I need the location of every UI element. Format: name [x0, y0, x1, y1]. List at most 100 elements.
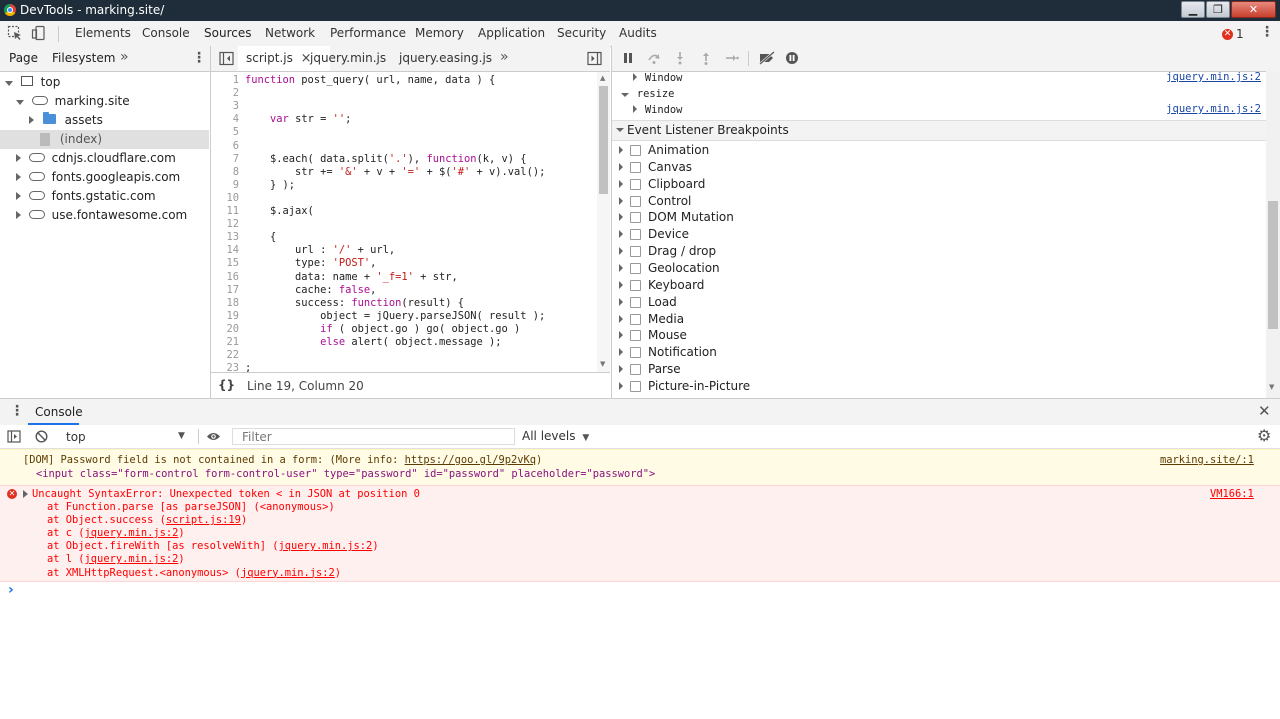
tab-network[interactable]: Network — [265, 26, 315, 40]
debugger-scroll-thumb[interactable] — [1268, 201, 1278, 329]
collapse-arrow-icon[interactable] — [619, 381, 623, 390]
line-number[interactable]: 21 — [211, 336, 239, 349]
stack-frame-link[interactable]: jquery.min.js:2 — [85, 527, 179, 539]
line-number[interactable]: 17 — [211, 284, 239, 297]
breakpoint-checkbox[interactable] — [630, 195, 641, 207]
maximize-button[interactable]: ❐ — [1206, 1, 1230, 18]
more-editor-tabs-icon[interactable]: » — [500, 49, 509, 65]
breakpoint-category-keyboard[interactable]: Keyboard — [612, 277, 1266, 294]
line-number[interactable]: 15 — [211, 257, 239, 270]
device-toolbar-icon[interactable] — [31, 25, 47, 41]
context-selector[interactable]: top ▼ — [58, 429, 188, 445]
more-info-link[interactable]: https://goo.gl/9p2vKq — [405, 454, 536, 466]
breakpoint-category-canvas[interactable]: Canvas — [612, 159, 1266, 176]
more-menu-icon[interactable]: ⋮ — [1260, 25, 1274, 39]
log-levels-dropdown[interactable]: All levels ▼ — [522, 429, 589, 443]
tab-application[interactable]: Application — [478, 26, 545, 40]
error-source-link[interactable]: VM166:1 — [1210, 488, 1254, 501]
breakpoint-checkbox[interactable] — [630, 145, 641, 156]
editor-tab-jquery-easing[interactable]: jquery.easing.js — [399, 46, 492, 71]
breakpoint-category-media[interactable]: Media — [612, 311, 1266, 328]
tab-page[interactable]: Page — [9, 51, 38, 65]
close-window-button[interactable]: ✕ — [1231, 1, 1276, 18]
breakpoint-category-clipboard[interactable]: Clipboard — [612, 176, 1266, 193]
line-number[interactable]: 4 — [211, 113, 239, 126]
tree-item-marking-site[interactable]: marking.site — [16, 92, 130, 111]
stack-frame-link[interactable]: jquery.min.js:2 — [278, 540, 372, 552]
collapse-arrow-icon[interactable] — [619, 314, 623, 323]
deactivate-breakpoints-icon[interactable] — [758, 51, 776, 65]
editor-scrollbar[interactable]: ▲ ▼ — [597, 72, 610, 372]
line-number[interactable]: 9 — [211, 179, 239, 192]
breakpoint-category-geolocation[interactable]: Geolocation — [612, 260, 1266, 277]
line-number[interactable]: 18 — [211, 297, 239, 310]
error-counter[interactable]: ✕ 1 — [1222, 27, 1244, 41]
collapse-arrow-icon[interactable] — [619, 297, 623, 306]
drawer-menu-icon[interactable]: ⋮ — [10, 403, 24, 419]
breakpoint-checkbox[interactable] — [630, 364, 641, 376]
collapse-arrow-icon[interactable] — [619, 230, 623, 239]
tab-filesystem[interactable]: Filesystem — [52, 51, 115, 65]
close-drawer-icon[interactable]: ✕ — [1258, 402, 1271, 420]
line-number[interactable]: 7 — [211, 153, 239, 166]
tab-audits[interactable]: Audits — [619, 26, 657, 40]
tab-console[interactable]: Console — [142, 26, 190, 40]
collapse-arrow-icon[interactable] — [619, 146, 623, 154]
scroll-down-icon[interactable]: ▼ — [600, 360, 605, 368]
pretty-print-icon[interactable]: {} — [218, 378, 235, 392]
scroll-down-icon[interactable]: ▼ — [1269, 383, 1274, 391]
breakpoint-checkbox[interactable] — [630, 178, 641, 190]
collapse-arrow-icon[interactable] — [619, 162, 623, 171]
collapse-arrow-icon[interactable] — [619, 263, 623, 272]
filter-input[interactable]: Filter — [232, 428, 515, 445]
breakpoint-checkbox[interactable] — [630, 296, 641, 308]
step-out-icon[interactable] — [699, 51, 713, 65]
breakpoint-checkbox[interactable] — [630, 229, 641, 241]
breakpoint-category-animation[interactable]: Animation — [612, 142, 1266, 159]
collapse-arrow-icon[interactable] — [619, 280, 623, 289]
step-icon[interactable] — [725, 51, 739, 65]
breakpoint-checkbox[interactable] — [630, 161, 641, 173]
stack-frame-link[interactable]: script.js:19 — [166, 514, 241, 526]
console-settings-gear-icon[interactable]: ⚙ — [1257, 426, 1271, 445]
tree-item-cdnjs[interactable]: cdnjs.cloudflare.com — [16, 149, 176, 168]
tab-elements[interactable]: Elements — [75, 26, 131, 40]
line-number[interactable]: 8 — [211, 166, 239, 179]
breakpoint-checkbox[interactable] — [630, 246, 641, 258]
breakpoint-checkbox[interactable] — [630, 212, 641, 224]
listener-source-link[interactable]: jquery.min.js:2 — [1166, 101, 1261, 118]
line-number[interactable]: 12 — [211, 218, 239, 231]
line-number[interactable]: 11 — [211, 205, 239, 218]
clear-console-icon[interactable] — [35, 430, 48, 443]
line-number[interactable]: 1 — [211, 74, 239, 87]
stack-frame-link[interactable]: jquery.min.js:2 — [241, 567, 335, 579]
code-view[interactable]: 1 function post_query( url, name, data ) … — [211, 72, 597, 372]
tree-item-index[interactable]: (index) — [0, 130, 209, 149]
inspect-element-icon[interactable] — [7, 25, 23, 41]
pause-on-exceptions-icon[interactable] — [785, 51, 799, 65]
breakpoint-category-device[interactable]: Device — [612, 226, 1266, 243]
collapse-arrow-icon[interactable] — [619, 348, 623, 357]
editor-tab-jquery-min[interactable]: jquery.min.js — [310, 46, 386, 71]
breakpoint-category-picture-in-picture[interactable]: Picture-in-Picture — [612, 378, 1266, 395]
line-number[interactable]: 5 — [211, 126, 239, 139]
collapse-arrow-icon[interactable] — [619, 213, 623, 222]
listener-row[interactable]: Window jquery.min.js:2 — [612, 101, 1266, 118]
collapse-arrow-icon[interactable] — [619, 196, 623, 205]
line-number[interactable]: 23 — [211, 362, 239, 372]
line-number[interactable]: 6 — [211, 140, 239, 153]
expand-error-arrow-icon[interactable] — [23, 490, 28, 498]
line-number[interactable]: 3 — [211, 100, 239, 113]
breakpoint-category-drag-drop[interactable]: Drag / drop — [612, 243, 1266, 260]
listener-source-link[interactable]: jquery.min.js:2 — [1166, 69, 1261, 86]
collapse-arrow-icon[interactable] — [619, 247, 623, 256]
tree-item-fontawesome[interactable]: use.fontawesome.com — [16, 206, 187, 225]
collapse-arrow-icon[interactable] — [619, 179, 623, 188]
tab-memory[interactable]: Memory — [415, 26, 464, 40]
more-tabs-icon[interactable]: » — [120, 49, 129, 65]
breakpoint-checkbox[interactable] — [630, 330, 641, 342]
listener-row[interactable]: Window jquery.min.js:2 — [612, 69, 1266, 86]
line-number[interactable]: 19 — [211, 310, 239, 323]
toggle-navigator-icon[interactable] — [219, 51, 234, 66]
collapse-arrow-icon[interactable] — [619, 331, 623, 340]
